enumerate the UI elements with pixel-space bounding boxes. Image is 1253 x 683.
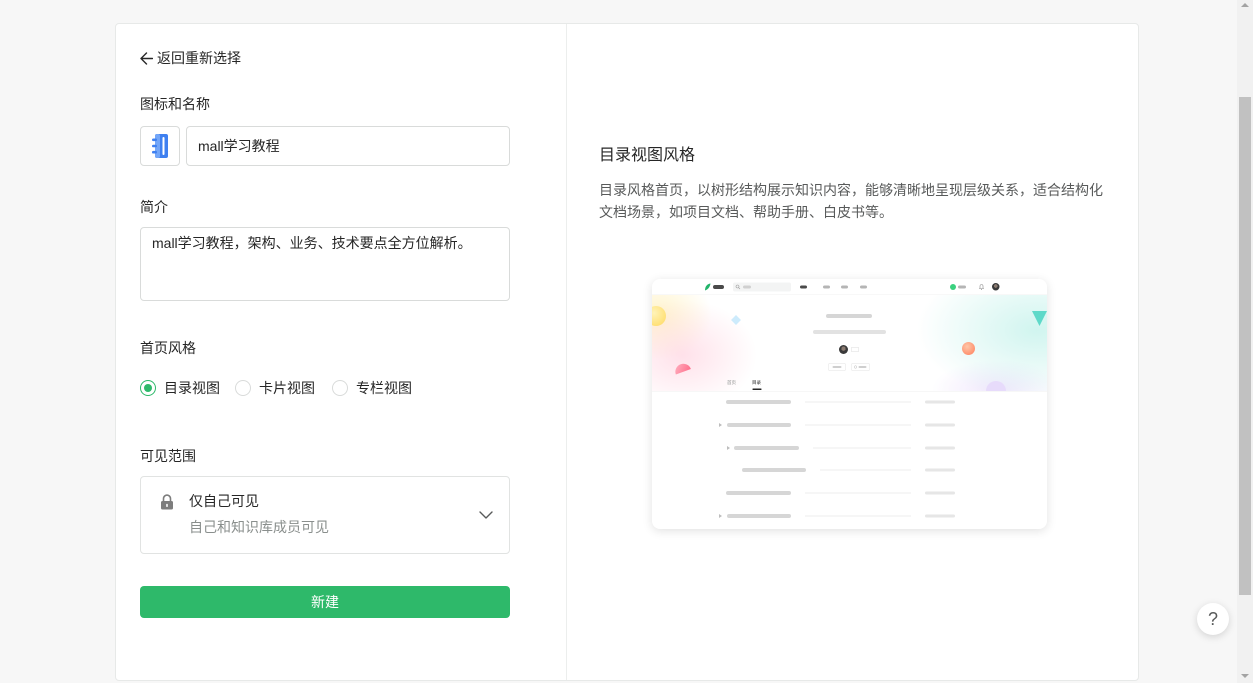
mock-hero-banner <box>652 295 1047 391</box>
page-scrollbar[interactable] <box>1237 0 1253 683</box>
mock-deco-orange-circle <box>962 342 975 355</box>
repo-name-input[interactable] <box>186 126 510 166</box>
mock-catalog-caret-icon <box>727 446 730 450</box>
mock-catalog-row-meta <box>925 468 955 472</box>
mock-catalog-row-title <box>734 446 799 450</box>
intro-textarea[interactable]: mall学习教程，架构、业务、技术要点全方位解析。 <box>140 227 510 301</box>
mock-logo-text <box>713 285 724 289</box>
radio-card-view[interactable]: 卡片视图 <box>235 378 315 398</box>
mock-search-icon <box>735 284 741 290</box>
mock-owner-avatar <box>839 345 848 354</box>
radio-label: 专栏视图 <box>356 380 412 396</box>
chevron-down-icon[interactable] <box>479 511 493 519</box>
mock-catalog-caret-icon <box>719 514 722 518</box>
mock-nav-item <box>800 285 807 289</box>
mock-catalog-row-meta <box>925 446 955 450</box>
mock-owner-tag <box>851 347 859 352</box>
mock-catalog-row-title <box>726 491 791 495</box>
radio-catalog-view[interactable]: 目录视图 <box>140 378 220 398</box>
mock-catalog-row-title <box>726 400 791 404</box>
panel-divider <box>566 24 567 680</box>
mock-catalog-row-line <box>820 469 911 471</box>
mock-catalog-row-line <box>805 492 911 494</box>
arrow-left-icon <box>140 51 153 65</box>
create-button[interactable]: 新建 <box>140 586 510 618</box>
back-link-label: 返回重新选择 <box>157 50 241 66</box>
mock-catalog-row-line <box>805 401 911 403</box>
scrollbar-thumb[interactable] <box>1239 97 1251 595</box>
mock-catalog-row-meta <box>925 514 955 518</box>
mock-action-button-icon <box>854 365 857 369</box>
visibility-select[interactable]: 仅自己可见 自己和知识库成员可见 <box>140 476 510 554</box>
mock-repo-title <box>826 314 872 318</box>
mock-action-button-label <box>832 366 842 368</box>
icon-and-name-label: 图标和名称 <box>140 96 210 112</box>
mock-nav-item <box>841 285 848 289</box>
mock-bell-icon <box>979 284 984 290</box>
mock-catalog-row-title <box>742 468 806 472</box>
mock-search-placeholder <box>743 285 751 289</box>
visibility-selected-description: 自己和知识库成员可见 <box>189 519 329 535</box>
radio-label: 目录视图 <box>164 380 220 396</box>
radio-button[interactable] <box>140 380 156 396</box>
mock-catalog-row-title <box>727 423 791 427</box>
style-preview-title: 目录视图风格 <box>599 147 696 164</box>
mock-user-avatar <box>992 283 1000 291</box>
mock-catalog-row-line <box>813 447 911 449</box>
style-preview-image: 首页 目录 <box>652 279 1047 529</box>
mock-catalog-row-line <box>805 515 911 517</box>
mock-action-button <box>828 363 846 371</box>
radio-column-view[interactable]: 专栏视图 <box>332 378 412 398</box>
mock-nav-item <box>860 285 867 289</box>
mock-action-button-label <box>858 366 867 368</box>
book-icon <box>152 134 168 158</box>
mock-search-box <box>733 282 791 292</box>
mock-status-dot <box>950 284 956 290</box>
mock-catalog-row-meta <box>925 491 955 495</box>
mock-top-nav <box>652 279 1047 295</box>
mock-tab-home: 首页 <box>727 380 737 385</box>
scroll-down-arrow-icon[interactable] <box>1241 673 1249 679</box>
mock-catalog-caret-icon <box>719 423 722 427</box>
scroll-up-arrow-icon[interactable] <box>1241 2 1249 8</box>
radio-button[interactable] <box>235 380 251 396</box>
mock-tab-divider <box>652 391 1047 392</box>
mock-catalog-row-line <box>805 424 911 426</box>
mock-tab-catalog: 目录 <box>752 380 762 385</box>
mock-nav-item <box>823 285 830 289</box>
mock-deco-teal-triangle <box>1032 311 1047 326</box>
lock-icon <box>161 494 173 510</box>
mock-catalog-row-meta <box>925 423 955 427</box>
repo-icon-picker[interactable] <box>140 126 180 166</box>
back-link[interactable]: 返回重新选择 <box>140 48 241 68</box>
style-preview-description: 目录风格首页，以树形结构展示知识内容，能够清晰地呈现层级关系，适合结构化文档场景… <box>599 182 1103 220</box>
preview-mock-page: 首页 目录 <box>652 279 1047 529</box>
radio-button[interactable] <box>332 380 348 396</box>
visibility-selected-title: 仅自己可见 <box>189 493 259 509</box>
mock-repo-description <box>813 330 886 334</box>
home-style-label: 首页风格 <box>140 340 196 356</box>
mock-tab-underline <box>752 388 762 390</box>
mock-action-button <box>851 363 870 371</box>
visibility-label: 可见范围 <box>140 448 196 464</box>
mock-logo-icon <box>705 283 711 291</box>
mock-catalog-row-meta <box>925 400 955 404</box>
radio-label: 卡片视图 <box>259 380 315 396</box>
help-button[interactable]: ? <box>1197 603 1229 635</box>
intro-label: 简介 <box>140 199 168 215</box>
mock-catalog-row-title <box>727 514 791 518</box>
mock-status-text <box>958 285 966 289</box>
